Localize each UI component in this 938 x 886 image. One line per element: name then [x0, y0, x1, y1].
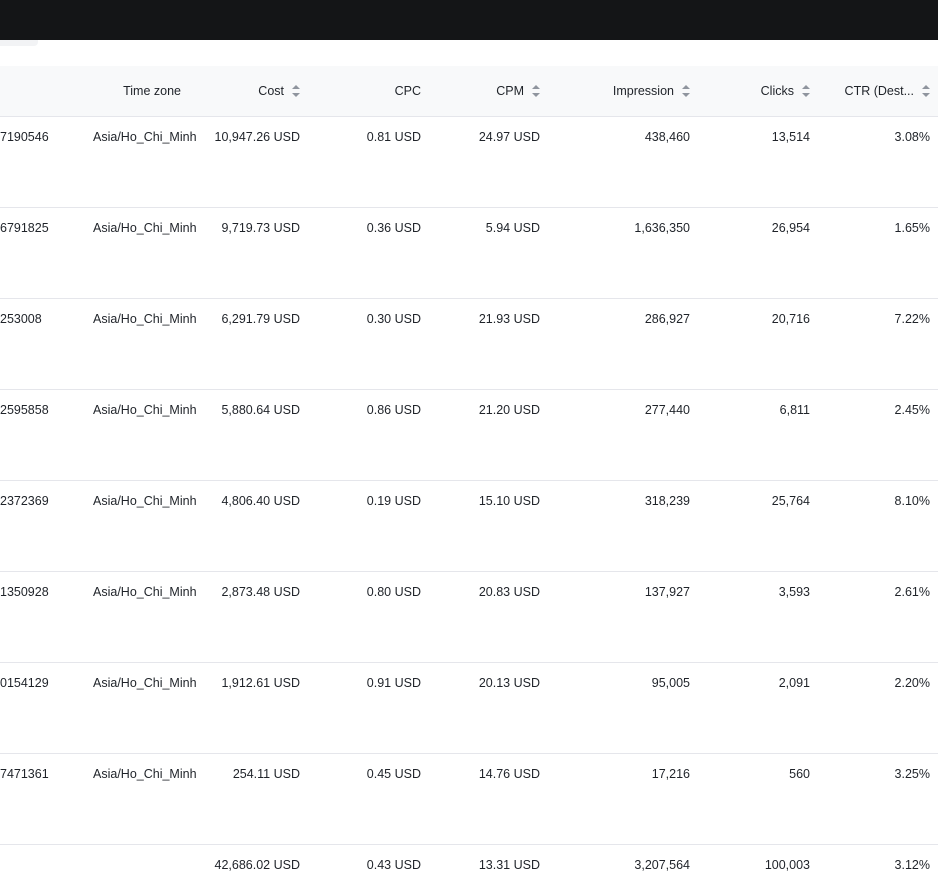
table-row[interactable]: 1350928 Asia/Ho_Chi_Minh 2,873.48 USD 0.… [0, 572, 938, 663]
sort-icon[interactable] [802, 85, 810, 97]
clicks-value: 2,091 [778, 676, 810, 690]
cost-value: 4,806.40 USD [221, 494, 300, 508]
time-zone-value: Asia/Ho_Chi_Minh [93, 585, 197, 599]
cpc-value: 0.45 USD [366, 767, 421, 781]
top-bar [0, 0, 938, 40]
ctr-value: 1.65% [894, 221, 930, 235]
time-zone-value: Asia/Ho_Chi_Minh [93, 676, 197, 690]
cost-value: 1,912.61 USD [221, 676, 300, 690]
total-impression: 3,207,564 [634, 858, 690, 872]
cpm-value: 15.10 USD [478, 494, 540, 508]
cpm-value: 14.76 USD [478, 767, 540, 781]
cost-value: 6,291.79 USD [221, 312, 300, 326]
impression-value: 1,636,350 [634, 221, 690, 235]
impression-value: 95,005 [651, 676, 690, 690]
column-header-ctr[interactable]: CTR (Dest... [830, 66, 930, 116]
column-header-cpc: CPC [394, 84, 421, 98]
cpm-value: 5.94 USD [485, 221, 540, 235]
cpm-value: 20.13 USD [478, 676, 540, 690]
time-zone-value: Asia/Ho_Chi_Minh [93, 403, 197, 417]
column-header-time-zone: Time zone [123, 84, 181, 98]
cpc-value: 0.91 USD [366, 676, 421, 690]
ctr-value: 2.61% [894, 585, 930, 599]
table-row[interactable]: 2372369 Asia/Ho_Chi_Minh 4,806.40 USD 0.… [0, 481, 938, 572]
cost-value: 2,873.48 USD [221, 585, 300, 599]
account-id: 1350928 [0, 585, 49, 599]
ctr-value: 2.45% [894, 403, 930, 417]
account-id: 2595858 [0, 403, 49, 417]
sort-icon[interactable] [922, 85, 930, 97]
total-cpc: 0.43 USD [366, 858, 421, 872]
column-header-impression[interactable]: Impression [580, 66, 690, 116]
cpc-value: 0.86 USD [366, 403, 421, 417]
cpm-value: 20.83 USD [478, 585, 540, 599]
table-header: Time zone Cost CPC CPM Impression Clicks… [0, 66, 938, 117]
cpc-value: 0.19 USD [366, 494, 421, 508]
totals-row: 42,686.02 USD 0.43 USD 13.31 USD 3,207,5… [0, 845, 938, 886]
cpm-value: 21.20 USD [478, 403, 540, 417]
cpc-value: 0.80 USD [366, 585, 421, 599]
ctr-value: 7.22% [894, 312, 930, 326]
cpc-value: 0.30 USD [366, 312, 421, 326]
account-id: 0154129 [0, 676, 49, 690]
time-zone-value: Asia/Ho_Chi_Minh [93, 221, 197, 235]
impression-value: 137,927 [644, 585, 690, 599]
clicks-value: 26,954 [771, 221, 810, 235]
clicks-value: 25,764 [771, 494, 810, 508]
total-ctr: 3.12% [894, 858, 930, 872]
clicks-value: 6,811 [779, 403, 810, 417]
table-row[interactable]: 7471361 Asia/Ho_Chi_Minh 254.11 USD 0.45… [0, 754, 938, 845]
table-row[interactable]: 7190546 Asia/Ho_Chi_Minh 10,947.26 USD 0… [0, 117, 938, 208]
cpc-value: 0.81 USD [366, 130, 421, 144]
cpc-value: 0.36 USD [366, 221, 421, 235]
table-row[interactable]: 2595858 Asia/Ho_Chi_Minh 5,880.64 USD 0.… [0, 390, 938, 481]
time-zone-value: Asia/Ho_Chi_Minh [93, 130, 197, 144]
cost-value: 9,719.73 USD [221, 221, 300, 235]
account-id: 6791825 [0, 221, 49, 235]
table-row[interactable]: 0154129 Asia/Ho_Chi_Minh 1,912.61 USD 0.… [0, 663, 938, 754]
tab-stub [0, 40, 38, 46]
clicks-value: 20,716 [771, 312, 810, 326]
column-header-clicks[interactable]: Clicks [720, 66, 810, 116]
total-clicks: 100,003 [764, 858, 810, 872]
sort-icon[interactable] [532, 85, 540, 97]
ctr-value: 2.20% [894, 676, 930, 690]
account-id: 253008 [0, 312, 42, 326]
account-id: 7190546 [0, 130, 49, 144]
time-zone-value: Asia/Ho_Chi_Minh [93, 494, 197, 508]
clicks-value: 3,593 [778, 585, 810, 599]
clicks-value: 560 [789, 767, 810, 781]
table-row[interactable]: 253008 Asia/Ho_Chi_Minh 6,291.79 USD 0.3… [0, 299, 938, 390]
ctr-value: 3.08% [894, 130, 930, 144]
cpm-value: 24.97 USD [478, 130, 540, 144]
table-row[interactable]: 6791825 Asia/Ho_Chi_Minh 9,719.73 USD 0.… [0, 208, 938, 299]
clicks-value: 13,514 [771, 130, 810, 144]
account-id: 7471361 [0, 767, 49, 781]
cost-value: 254.11 USD [232, 767, 300, 781]
column-header-cost[interactable]: Cost [200, 66, 300, 116]
cost-value: 5,880.64 USD [221, 403, 300, 417]
impression-value: 438,460 [644, 130, 690, 144]
total-cpm: 13.31 USD [478, 858, 540, 872]
sort-icon[interactable] [682, 85, 690, 97]
cpm-value: 21.93 USD [478, 312, 540, 326]
sort-icon[interactable] [292, 85, 300, 97]
total-cost: 42,686.02 USD [214, 858, 300, 872]
time-zone-value: Asia/Ho_Chi_Minh [93, 312, 197, 326]
cost-value: 10,947.26 USD [214, 130, 300, 144]
time-zone-value: Asia/Ho_Chi_Minh [93, 767, 197, 781]
ctr-value: 8.10% [894, 494, 930, 508]
impression-value: 277,440 [644, 403, 690, 417]
ctr-value: 3.25% [894, 767, 930, 781]
column-header-cpm[interactable]: CPM [440, 66, 540, 116]
impression-value: 318,239 [644, 494, 690, 508]
impression-value: 17,216 [651, 767, 690, 781]
impression-value: 286,927 [644, 312, 690, 326]
account-id: 2372369 [0, 494, 49, 508]
